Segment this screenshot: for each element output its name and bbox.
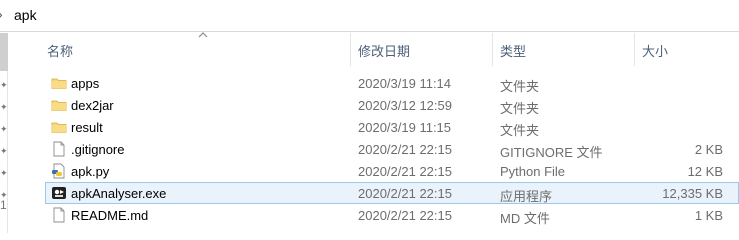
file-date: 2020/2/21 22:15	[358, 186, 452, 201]
file-row[interactable]: .gitignore 2020/2/21 22:15 GITIGNORE 文件 …	[45, 138, 739, 160]
file-row[interactable]: apk.py 2020/2/21 22:15 Python File 12 KB	[45, 160, 739, 182]
file-name[interactable]: README.md	[71, 208, 148, 223]
nav-scrollbar-thumb[interactable]	[0, 33, 8, 71]
file-type: 文件夹	[500, 123, 540, 138]
pin-icon: ✦	[0, 168, 8, 178]
file-row[interactable]: apps 2020/3/19 11:14 文件夹	[45, 72, 739, 94]
pin-icon: ✦	[0, 124, 8, 134]
file-icon	[50, 141, 68, 157]
file-name[interactable]: dex2jar	[71, 98, 114, 113]
column-header-date[interactable]: 修改日期	[358, 41, 410, 60]
file-type: 文件夹	[500, 101, 540, 116]
address-path[interactable]: apk	[14, 7, 37, 23]
file-size: 12 KB	[687, 164, 723, 179]
nav-item-label[interactable]: 1	[0, 199, 7, 211]
exe-app-icon	[50, 185, 68, 201]
column-divider[interactable]	[634, 33, 635, 66]
column-divider[interactable]	[350, 33, 351, 66]
column-header: 名称 修改日期 类型 大小	[12, 32, 739, 66]
column-header-name[interactable]: 名称	[47, 41, 73, 60]
folder-icon	[50, 119, 68, 135]
file-name[interactable]: apps	[71, 76, 99, 91]
file-size: 12,335 KB	[662, 186, 723, 201]
navigation-pane[interactable]: ✦ ✦ ✦ ✦ ✦ ✦ 1	[0, 33, 8, 233]
file-row[interactable]: README.md 2020/2/21 22:15 MD 文件 1 KB	[45, 204, 739, 226]
file-icon	[50, 207, 68, 223]
address-bar[interactable]: › apk	[0, 0, 739, 32]
file-date: 2020/3/19 11:15	[358, 120, 452, 135]
file-date: 2020/3/12 12:59	[358, 98, 452, 113]
python-file-icon	[50, 163, 68, 179]
file-type: MD 文件	[500, 211, 550, 226]
file-type: 文件夹	[500, 79, 540, 94]
pin-icon: ✦	[0, 102, 8, 112]
file-size: 1 KB	[694, 208, 723, 223]
file-name[interactable]: apk.py	[71, 164, 109, 179]
pin-icon: ✦	[0, 146, 8, 156]
file-row[interactable]: dex2jar 2020/3/12 12:59 文件夹	[45, 94, 739, 116]
sort-ascending-icon	[198, 32, 208, 38]
file-type: Python File	[500, 164, 566, 179]
file-row[interactable]: apkAnalyser.exe 2020/2/21 22:15 应用程序 12,…	[45, 182, 739, 204]
file-name[interactable]: apkAnalyser.exe	[71, 186, 166, 201]
folder-icon	[50, 75, 68, 91]
column-divider[interactable]	[492, 33, 493, 66]
file-date: 2020/2/21 22:15	[358, 164, 452, 179]
folder-icon	[50, 97, 68, 113]
file-name[interactable]: .gitignore	[71, 142, 124, 157]
file-size: 2 KB	[694, 142, 723, 157]
file-row[interactable]: result 2020/3/19 11:15 文件夹	[45, 116, 739, 138]
file-type: GITIGNORE 文件	[500, 145, 603, 160]
file-name[interactable]: result	[71, 120, 103, 135]
file-date: 2020/2/21 22:15	[358, 142, 452, 157]
chevron-right-icon[interactable]: ›	[0, 4, 10, 24]
pin-icon: ✦	[0, 80, 8, 90]
file-date: 2020/2/21 22:15	[358, 208, 452, 223]
column-header-size[interactable]: 大小	[642, 41, 668, 60]
file-date: 2020/3/19 11:14	[358, 76, 452, 91]
column-header-type[interactable]: 类型	[500, 41, 526, 60]
file-type: 应用程序	[500, 189, 553, 204]
